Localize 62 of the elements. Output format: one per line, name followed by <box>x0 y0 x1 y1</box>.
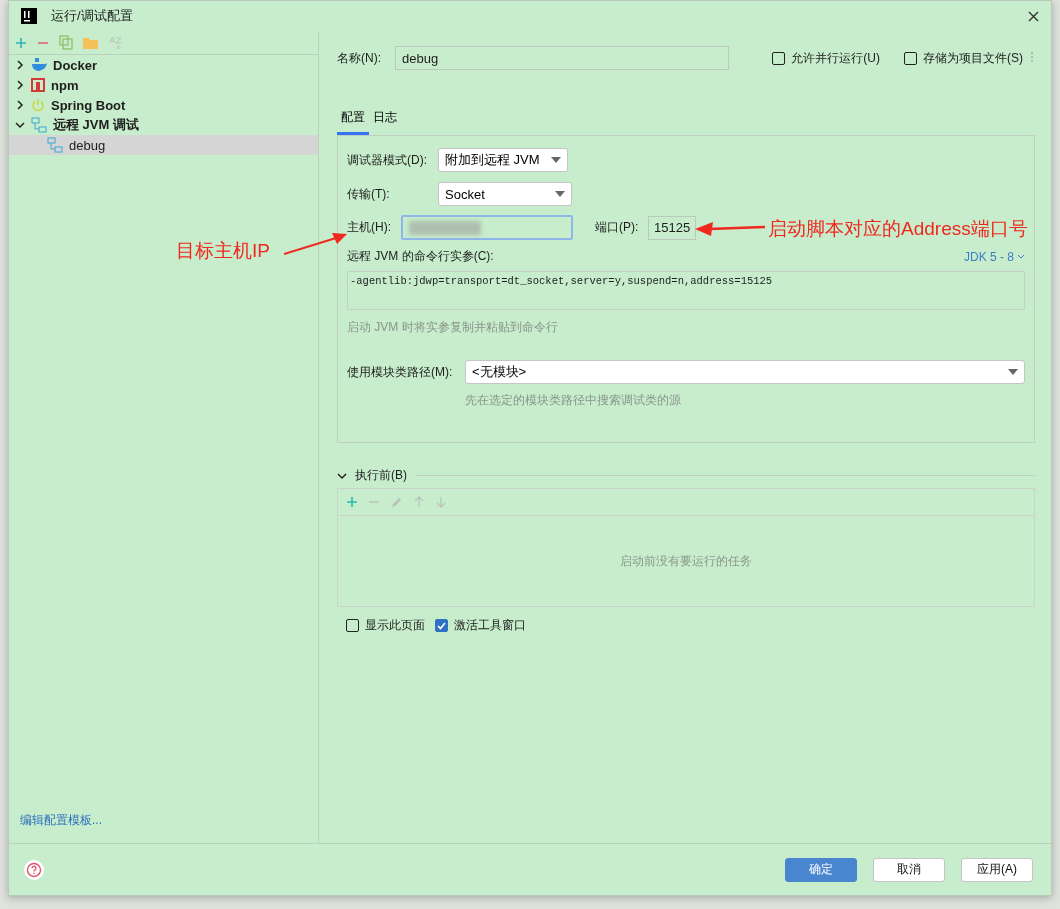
tree-item[interactable]: debug <box>9 135 318 155</box>
down-arrow-icon[interactable] <box>435 496 447 508</box>
tree-item[interactable]: 远程 JVM 调试 <box>9 115 318 135</box>
checkbox[interactable]: 显示此页面 <box>346 617 425 634</box>
add-icon[interactable] <box>15 36 27 49</box>
section-title: 执行前(B) <box>355 467 407 484</box>
caret-icon <box>555 191 565 197</box>
network-icon <box>47 137 63 153</box>
window-title: 运行/调试配置 <box>51 7 133 25</box>
checkbox[interactable]: 激活工具窗口 <box>435 617 526 634</box>
app-logo-icon <box>21 8 37 24</box>
checkbox[interactable]: 允许并行运行(U) <box>772 49 880 67</box>
tree-item[interactable]: Docker <box>9 55 318 75</box>
hint-text: 启动 JVM 时将实参复制并粘贴到命令行 <box>347 319 559 336</box>
power-icon <box>31 98 45 112</box>
hint-text: 先在选定的模块类路径中搜索调试类的源 <box>465 392 682 409</box>
tab[interactable]: 日志 <box>369 107 401 135</box>
field-label: 传输(T): <box>347 185 391 203</box>
annotation-arrow <box>695 221 765 237</box>
annotation-text: 启动脚本对应的Address端口号 <box>768 217 1029 241</box>
pencil-icon[interactable] <box>390 495 403 509</box>
whale-icon <box>31 58 47 72</box>
name-field[interactable]: debug <box>395 46 729 70</box>
blurred-text <box>409 220 481 235</box>
network-icon <box>31 117 47 133</box>
tree-item[interactable]: Spring Boot <box>9 95 318 115</box>
field-label: 名称(N): <box>337 49 382 67</box>
args-field[interactable]: -agentlib:jdwp=transport=dt_socket,server=y,suspend=n,address=15125 <box>347 271 1025 310</box>
copy-icon[interactable] <box>59 35 73 50</box>
port-field[interactable]: 15125 <box>648 215 697 240</box>
dialog-button[interactable]: 应用(A) <box>961 857 1033 882</box>
edit-templates-link[interactable]: 编辑配置模板... <box>20 812 102 829</box>
folder-icon[interactable] <box>83 36 98 49</box>
annotation-text: 目标主机IP <box>176 239 271 263</box>
sort-icon[interactable] <box>108 35 122 50</box>
host-field[interactable] <box>401 215 573 240</box>
field-label: 使用模块类路径(M): <box>347 363 454 381</box>
ok-button[interactable]: 确定 <box>785 857 857 882</box>
tree-item[interactable]: npm <box>9 75 318 95</box>
caret-icon <box>551 157 561 163</box>
tab[interactable]: 配置 <box>337 107 369 135</box>
debugger-mode-dropdown[interactable]: 附加到远程 JVM <box>438 148 568 172</box>
field-label: 调试器模式(D): <box>347 151 428 169</box>
up-arrow-icon[interactable] <box>413 496 425 508</box>
field-label: 主机(H): <box>347 219 392 236</box>
transport-dropdown[interactable]: Socket <box>438 182 572 206</box>
field-label: 端口(P): <box>595 219 640 236</box>
help-icon[interactable] <box>23 858 45 881</box>
annotation-arrow <box>284 231 348 255</box>
checkmark-icon <box>437 621 446 630</box>
empty-text: 启动前没有要运行的任务 <box>620 552 752 570</box>
checkbox[interactable]: 存储为项目文件(S) <box>904 49 1023 67</box>
chevron-icon <box>1017 253 1025 260</box>
field-label: 远程 JVM 的命令行实参(C): <box>347 248 494 265</box>
module-dropdown[interactable]: <无模块> <box>465 360 1025 384</box>
add-icon[interactable] <box>346 496 358 508</box>
npm-square-icon <box>31 78 45 92</box>
caret-icon <box>1008 369 1018 375</box>
more-icon[interactable] <box>1029 51 1035 65</box>
chevron-icon[interactable] <box>337 470 347 481</box>
dialog-button[interactable]: 取消 <box>873 857 945 882</box>
close-icon[interactable] <box>1028 10 1039 22</box>
